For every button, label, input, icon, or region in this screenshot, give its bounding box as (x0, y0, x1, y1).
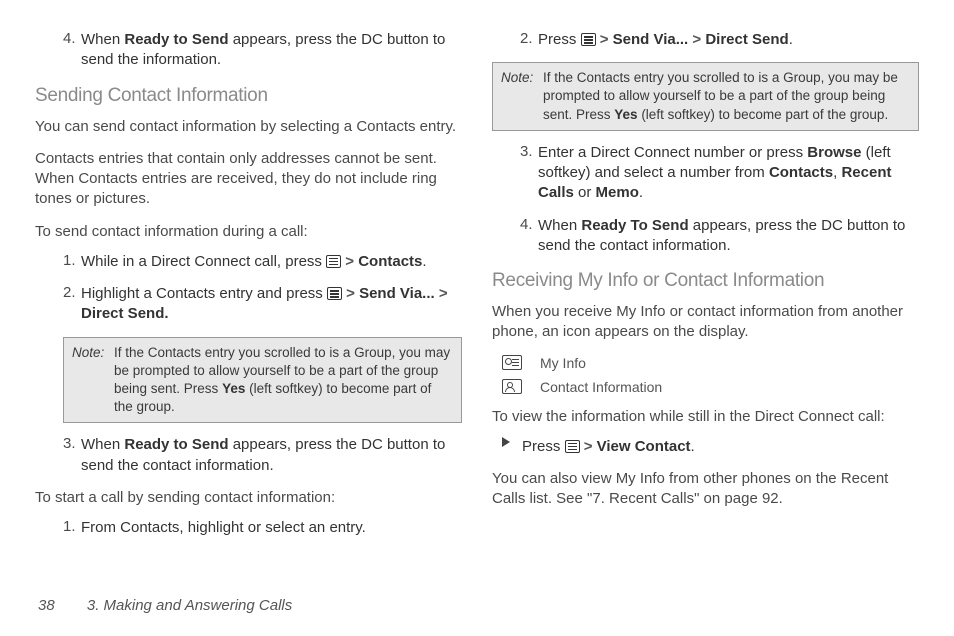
text: Highlight a Contacts entry and press (81, 285, 327, 302)
icon-row-contact: Contact Information (502, 379, 919, 395)
text: When (81, 436, 124, 453)
left-column: 4. When Ready to Send appears, press the… (35, 30, 462, 550)
bold-text: Send Via... (359, 285, 435, 302)
bold-text: Contacts (358, 253, 422, 270)
contact-icon (502, 379, 522, 394)
instruction: To start a call by sending contact infor… (35, 488, 462, 508)
text: Press (522, 438, 565, 455)
step-number: 3. (520, 143, 538, 204)
chevron-icon: > (439, 285, 448, 302)
step-4-top: 4. When Ready to Send appears, press the… (63, 30, 462, 71)
step-number: 1. (63, 252, 81, 272)
text: . (789, 31, 793, 48)
menu-icon (326, 255, 341, 268)
step-number: 2. (63, 284, 81, 325)
step-number: 4. (63, 30, 81, 71)
menu-icon (327, 287, 342, 300)
step-text: Highlight a Contacts entry and press > S… (81, 284, 462, 325)
bold-text: Direct Send. (81, 305, 169, 322)
chevron-icon: > (600, 31, 609, 48)
step-number: 3. (63, 435, 81, 476)
text: or (574, 184, 596, 201)
heading-sending-contact: Sending Contact Information (35, 85, 462, 107)
note-label: Note: (501, 69, 543, 124)
step-number: 4. (520, 216, 538, 257)
note-text: If the Contacts entry you scrolled to is… (543, 69, 910, 124)
step-4r: 4. When Ready To Send appears, press the… (520, 216, 919, 257)
page-number: 38 (38, 597, 55, 614)
step-3: 3. When Ready to Send appears, press the… (63, 435, 462, 476)
paragraph: You can also view My Info from other pho… (492, 469, 919, 510)
note-label: Note: (72, 344, 114, 417)
bold-text: Send Via... (613, 31, 689, 48)
step-number: 2. (520, 30, 538, 50)
menu-icon (565, 440, 580, 453)
bold-text: Ready To Send (581, 217, 688, 234)
bold-text: Yes (222, 381, 245, 396)
text: While in a Direct Connect call, press (81, 253, 326, 270)
bold-text: Yes (614, 107, 637, 122)
step-3r: 3. Enter a Direct Connect number or pres… (520, 143, 919, 204)
chevron-icon: > (346, 285, 355, 302)
note-box: Note: If the Contacts entry you scrolled… (63, 337, 462, 424)
bullet-step: Press > View Contact. (492, 437, 919, 457)
bold-text: Contacts (769, 164, 833, 181)
paragraph: When you receive My Info or contact info… (492, 302, 919, 343)
icon-label: Contact Information (540, 379, 662, 395)
triangle-bullet-icon (502, 437, 510, 447)
step-number: 1. (63, 518, 81, 538)
icon-label: My Info (540, 355, 586, 371)
note-box: Note: If the Contacts entry you scrolled… (492, 62, 919, 131)
bold-text: Ready to Send (124, 436, 228, 453)
text: . (691, 438, 695, 455)
myinfo-icon (502, 355, 522, 370)
step-text: When Ready to Send appears, press the DC… (81, 30, 462, 71)
text: Enter a Direct Connect number or press (538, 144, 807, 161)
step-1: 1. While in a Direct Connect call, press… (63, 252, 462, 272)
page-footer: 38 3. Making and Answering Calls (38, 597, 292, 614)
bold-text: Direct Send (705, 31, 788, 48)
text: . (639, 184, 643, 201)
bold-text: Memo (596, 184, 639, 201)
bold-text: View Contact (597, 438, 691, 455)
bold-text: Ready to Send (124, 31, 228, 48)
step-text: When Ready to Send appears, press the DC… (81, 435, 462, 476)
step-text: Enter a Direct Connect number or press B… (538, 143, 919, 204)
right-column: 2. Press > Send Via... > Direct Send. No… (492, 30, 919, 550)
step-2: 2. Highlight a Contacts entry and press … (63, 284, 462, 325)
step-text: While in a Direct Connect call, press > … (81, 252, 462, 272)
bullet-text: Press > View Contact. (522, 437, 695, 457)
instruction: To view the information while still in t… (492, 407, 919, 427)
icon-row-myinfo: My Info (502, 355, 919, 371)
text: Press (538, 31, 581, 48)
step-text: From Contacts, highlight or select an en… (81, 518, 462, 538)
chevron-icon: > (345, 253, 354, 270)
heading-receiving: Receiving My Info or Contact Information (492, 270, 919, 292)
bold-text: Browse (807, 144, 861, 161)
paragraph: Contacts entries that contain only addre… (35, 149, 462, 210)
step-1b: 1. From Contacts, highlight or select an… (63, 518, 462, 538)
chapter-title: 3. Making and Answering Calls (87, 597, 292, 614)
step-text: When Ready To Send appears, press the DC… (538, 216, 919, 257)
menu-icon (581, 33, 596, 46)
chevron-icon: > (692, 31, 701, 48)
instruction: To send contact information during a cal… (35, 222, 462, 242)
text: (left softkey) to become part of the gro… (638, 107, 889, 122)
step-text: Press > Send Via... > Direct Send. (538, 30, 919, 50)
text: When (81, 31, 124, 48)
note-text: If the Contacts entry you scrolled to is… (114, 344, 453, 417)
paragraph: You can send contact information by sele… (35, 117, 462, 137)
step-2r: 2. Press > Send Via... > Direct Send. (520, 30, 919, 50)
chevron-icon: > (584, 438, 593, 455)
text: When (538, 217, 581, 234)
text: . (422, 253, 426, 270)
